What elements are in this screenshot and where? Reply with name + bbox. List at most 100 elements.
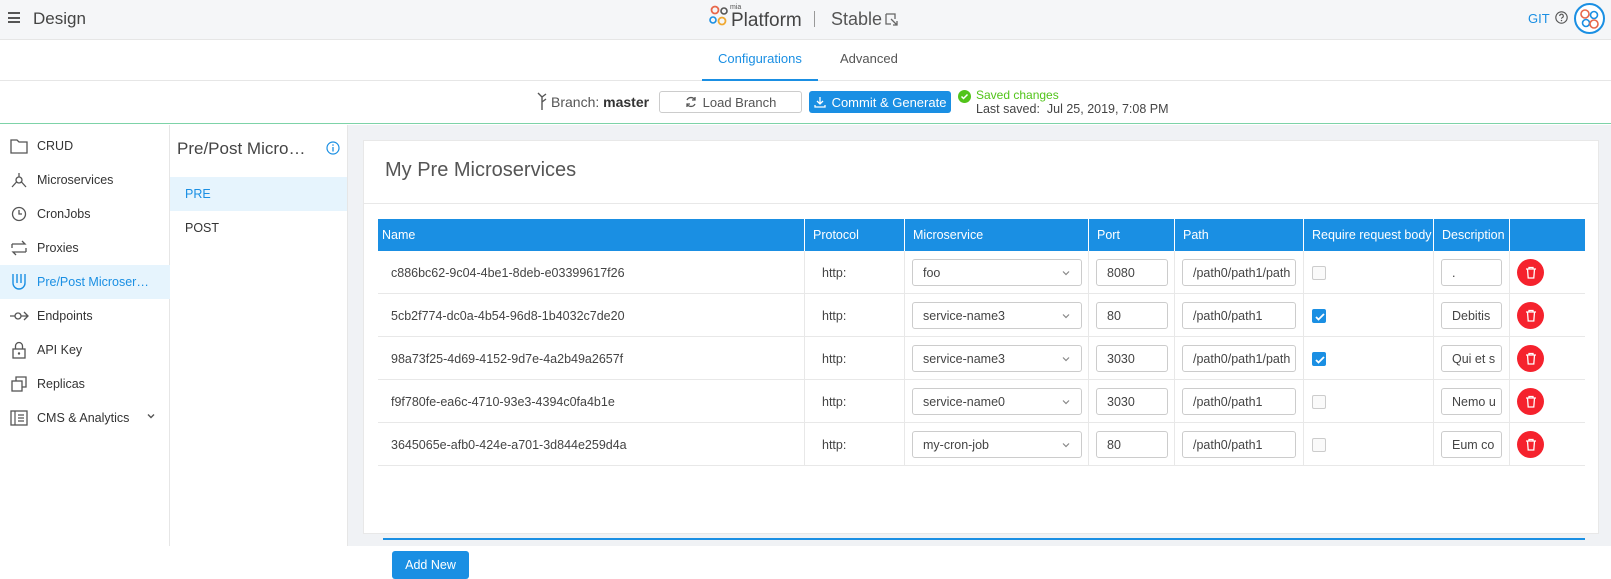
replicas-icon	[0, 376, 37, 392]
delete-button[interactable]	[1517, 345, 1544, 372]
last-saved: Last saved: Jul 25, 2019, 7:08 PM	[976, 102, 1169, 116]
description-input[interactable]: .	[1441, 259, 1502, 286]
row-description-cell: Debitis	[1434, 294, 1510, 337]
hamburger-menu-icon[interactable]	[8, 12, 20, 23]
git-link[interactable]: GIT	[1528, 11, 1550, 26]
row-actions-cell	[1510, 423, 1585, 466]
table-row: 98a73f25-4d69-4152-9d7e-4a2b49a2657f htt…	[378, 337, 1585, 380]
prepost-icon	[0, 273, 37, 291]
path-input[interactable]: /path0/path1	[1182, 431, 1296, 458]
row-name: c886bc62-9c04-4be1-8deb-e03399617f26	[378, 251, 805, 294]
path-input[interactable]: /path0/path1	[1182, 388, 1296, 415]
require-body-checkbox[interactable]	[1312, 265, 1326, 280]
row-microservice-cell: my-cron-job	[905, 423, 1089, 466]
require-body-checkbox[interactable]	[1312, 437, 1326, 452]
branch-label: Branch: master	[551, 94, 649, 110]
subpanel-item-post[interactable]: POST	[170, 211, 347, 245]
sidebar-item-replicas[interactable]: Replicas	[0, 367, 170, 401]
row-actions-cell	[1510, 294, 1585, 337]
sidebar-item-label: Endpoints	[37, 309, 93, 323]
description-input[interactable]: Eum co	[1441, 431, 1502, 458]
require-body-checkbox[interactable]	[1312, 394, 1326, 409]
row-require-body-cell	[1304, 294, 1434, 337]
sidebar-item-label: Pre/Post Microser…	[37, 275, 149, 289]
sidebar-item-label: Replicas	[37, 377, 85, 391]
port-input[interactable]: 3030	[1096, 345, 1168, 372]
chevron-down-icon[interactable]	[146, 411, 156, 421]
info-icon[interactable]	[326, 141, 340, 155]
lock-icon	[0, 341, 37, 359]
sidebar-item-cms-analytics[interactable]: CMS & Analytics	[0, 401, 170, 435]
endpoint-icon	[0, 310, 37, 322]
tab-configurations[interactable]: Configurations	[718, 51, 802, 66]
branch-icon	[537, 92, 547, 110]
sidebar-item-label: API Key	[37, 343, 83, 357]
branch-bar: Branch: master Load Branch Commit & Gene…	[0, 81, 1611, 124]
select-value: service-name3	[923, 308, 1005, 323]
port-input[interactable]: 3030	[1096, 388, 1168, 415]
add-new-button[interactable]: Add New	[392, 551, 469, 579]
sidebar-item-cronjobs[interactable]: CronJobs	[0, 197, 170, 231]
microservice-select[interactable]: service-name0	[912, 388, 1082, 415]
port-input[interactable]: 8080	[1096, 259, 1168, 286]
path-input[interactable]: /path0/path1	[1182, 302, 1296, 329]
row-port-cell: 80	[1089, 294, 1175, 337]
delete-button[interactable]	[1517, 431, 1544, 458]
sidebar-item-label: Proxies	[37, 241, 79, 255]
path-input[interactable]: /path0/path1/path	[1182, 259, 1296, 286]
column-header-protocol: Protocol	[805, 219, 905, 251]
subpanel-item-pre[interactable]: PRE	[170, 177, 347, 211]
require-body-checkbox[interactable]	[1312, 308, 1326, 323]
path-input[interactable]: /path0/path1/path	[1182, 345, 1296, 372]
avatar[interactable]	[1574, 3, 1605, 34]
select-value: my-cron-job	[923, 437, 989, 452]
row-require-body-cell	[1304, 337, 1434, 380]
last-saved-label: Last saved:	[976, 102, 1040, 116]
description-input[interactable]: Nemo u	[1441, 388, 1502, 415]
microservice-select[interactable]: service-name3	[912, 302, 1082, 329]
row-require-body-cell	[1304, 423, 1434, 466]
sidebar-item-pre-post[interactable]: Pre/Post Microser…	[0, 265, 170, 299]
download-icon	[813, 97, 826, 108]
microservice-select[interactable]: service-name3	[912, 345, 1082, 372]
row-port-cell: 3030	[1089, 380, 1175, 423]
microservices-card: My Pre Microservices Name Protocol Micro…	[363, 140, 1599, 579]
row-path-cell: /path0/path1	[1175, 294, 1304, 337]
port-input[interactable]: 80	[1096, 431, 1168, 458]
select-value: service-name0	[923, 394, 1005, 409]
description-input[interactable]: Qui et s	[1441, 345, 1502, 372]
microservice-select[interactable]: foo	[912, 259, 1082, 286]
sidebar-item-endpoints[interactable]: Endpoints	[0, 299, 170, 333]
sidebar-item-crud[interactable]: CRUD	[0, 129, 170, 163]
description-input[interactable]: Debitis	[1441, 302, 1502, 329]
load-branch-label: Load Branch	[702, 94, 777, 110]
chevron-down-icon	[1062, 442, 1070, 447]
delete-button[interactable]	[1517, 259, 1544, 286]
row-port-cell: 8080	[1089, 251, 1175, 294]
table-scrollbar[interactable]	[383, 538, 1585, 540]
delete-button[interactable]	[1517, 388, 1544, 415]
sidebar-item-proxies[interactable]: Proxies	[0, 231, 170, 265]
row-protocol: http:	[805, 380, 905, 423]
external-link-icon[interactable]	[885, 13, 898, 26]
require-body-checkbox[interactable]	[1312, 351, 1326, 366]
port-input[interactable]: 80	[1096, 302, 1168, 329]
tab-advanced[interactable]: Advanced	[840, 51, 898, 66]
row-description-cell: Eum co	[1434, 423, 1510, 466]
commit-generate-button[interactable]: Commit & Generate	[809, 91, 951, 113]
column-header-actions	[1510, 219, 1585, 251]
checkmark-icon	[1315, 312, 1325, 321]
brand-logo: mia Platform Stable	[708, 3, 898, 37]
row-path-cell: /path0/path1/path	[1175, 251, 1304, 294]
load-branch-button[interactable]: Load Branch	[659, 91, 802, 113]
saved-status: Saved changes	[976, 88, 1059, 102]
help-icon[interactable]	[1555, 11, 1568, 24]
microservices-icon	[0, 172, 37, 188]
branch-name: master	[603, 94, 650, 110]
table-row: c886bc62-9c04-4be1-8deb-e03399617f26 htt…	[378, 251, 1585, 294]
sidebar-item-api-key[interactable]: API Key	[0, 333, 170, 367]
select-value: service-name3	[923, 351, 1005, 366]
microservice-select[interactable]: my-cron-job	[912, 431, 1082, 458]
delete-button[interactable]	[1517, 302, 1544, 329]
sidebar-item-microservices[interactable]: Microservices	[0, 163, 170, 197]
